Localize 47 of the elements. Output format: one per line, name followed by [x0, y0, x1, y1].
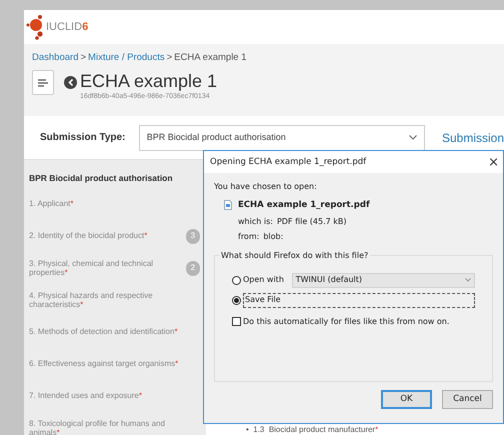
detail-label: from:	[238, 230, 260, 242]
back-button[interactable]	[64, 76, 77, 90]
radio-label[interactable]: Save File	[243, 292, 475, 308]
file-name: ECHA example 1_report.pdf	[238, 198, 370, 212]
menu-button[interactable]	[32, 70, 54, 96]
radio-button[interactable]	[232, 296, 241, 304]
radio-button[interactable]	[232, 276, 241, 284]
file-icon	[224, 200, 232, 210]
detail-label: which is:	[238, 216, 273, 228]
breadcrumb-separator: >	[166, 51, 172, 65]
count-badge: 3	[186, 228, 200, 244]
submission-type-label: Submission Type:	[40, 131, 126, 145]
breadcrumb-separator: >	[80, 51, 86, 65]
app-dropdown[interactable]: TWINUI (default)	[292, 272, 475, 288]
molecule-icon	[26, 14, 44, 40]
content-item[interactable]: • 1.3 Biocidal product manufacturer*	[246, 425, 504, 434]
close-button[interactable]: ×	[488, 156, 499, 168]
checkbox-label[interactable]: Do this automatically for files like this from now on.	[243, 316, 450, 328]
dialog-button[interactable]: OK	[381, 390, 432, 409]
dataset-title: ECHA example 1	[80, 70, 218, 92]
menu-icon	[38, 78, 48, 87]
dialog-title: Opening ECHA example 1_report.pdf	[210, 156, 366, 168]
checkbox[interactable]	[232, 317, 241, 326]
sidebar-heading: BPR Biocidal product authorisation	[29, 172, 174, 185]
radio-label[interactable]: Open with	[243, 274, 285, 286]
breadcrumb-current: ECHA example 1	[174, 51, 247, 65]
sidebar-item[interactable]: 8. Toxicological profile for humans and animals*	[29, 418, 194, 435]
breadcrumb-link[interactable]: Dashboard	[32, 51, 78, 66]
back-icon	[68, 79, 74, 86]
breadcrumb-link[interactable]: Mixture / Products	[88, 51, 165, 66]
detail-value: blob:	[263, 230, 284, 242]
sidebar-item[interactable]: 5. Methods of detection and identification*	[29, 327, 194, 337]
submission-type-dropdown[interactable]: BPR Biocidal product authorisation	[138, 124, 425, 150]
sidebar-item[interactable]: 1. Applicant*	[29, 199, 194, 209]
chevron-down-icon	[465, 278, 471, 282]
detail-value: PDF file (45.7 kB)	[276, 216, 347, 228]
app-logo: IUCLID6	[26, 14, 88, 40]
sidebar-item[interactable]: 6. Effectiveness against target organisms*	[29, 359, 194, 369]
sidebar-item[interactable]: 4. Physical hazards and respective characteristics*	[29, 290, 194, 310]
dialog-button[interactable]: Cancel	[442, 390, 493, 409]
sidebar-item[interactable]: 7. Intended uses and exposure*	[29, 391, 194, 401]
count-badge: 2	[186, 260, 200, 276]
sidebar-item[interactable]: 2. Identity of the biocidal product*	[29, 231, 186, 241]
submission-link[interactable]: Submission	[442, 128, 504, 146]
chevron-down-icon	[408, 135, 417, 140]
dialog-intro: You have chosen to open:	[214, 181, 318, 193]
sidebar-item[interactable]: 3. Physical, chemical and technical properties*	[29, 258, 186, 278]
